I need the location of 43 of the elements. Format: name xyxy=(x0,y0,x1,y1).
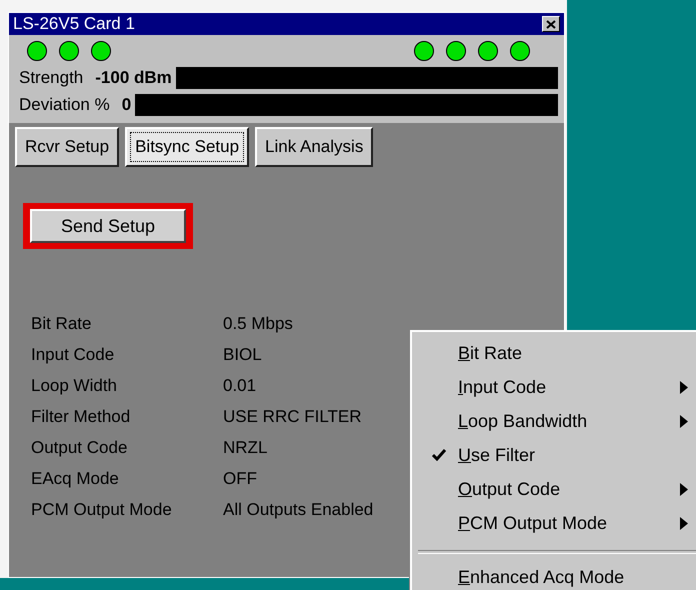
menu-row[interactable]: Enhanced Acq Mode xyxy=(412,560,696,590)
tab[interactable]: Rcvr Setup xyxy=(15,127,120,167)
submenu-arrow-icon xyxy=(680,381,688,394)
menu-item[interactable]: Use Filter xyxy=(458,444,536,466)
menu-item[interactable]: Enhanced Acq Mode xyxy=(458,566,624,588)
menu-row[interactable]: PCM Output Mode xyxy=(412,506,696,540)
menu-item[interactable]: PCM Output Mode xyxy=(458,512,608,534)
close-icon xyxy=(546,20,556,28)
meter-reading: -100 dBm xyxy=(95,68,172,88)
submenu-arrow-icon xyxy=(680,517,688,530)
window-title: LS-26V5 Card 1 xyxy=(13,14,135,34)
tab[interactable]: Bitsync Setup xyxy=(125,127,250,167)
parameter-value: USE RRC FILTER xyxy=(223,406,362,428)
menu-row[interactable]: Input Code xyxy=(412,370,696,404)
parameter-name: Loop Width xyxy=(31,375,117,397)
menu-row[interactable]: Use Filter xyxy=(412,438,696,472)
parameter-value: All Outputs Enabled xyxy=(223,499,374,521)
parameter-value: OFF xyxy=(223,468,257,490)
send-setup-button[interactable]: Send Setup xyxy=(30,209,186,243)
meter-label: Strength xyxy=(19,68,84,88)
parameter-value: 0.01 xyxy=(223,375,256,397)
parameter-name: Output Code xyxy=(31,437,128,459)
meter-label: Deviation % xyxy=(19,95,110,115)
parameter-name: Input Code xyxy=(31,344,114,366)
menu-row[interactable]: Loop Bandwidth xyxy=(412,404,696,438)
tab[interactable]: Link Analysis xyxy=(255,127,374,167)
menu-item[interactable]: Loop Bandwidth xyxy=(458,410,588,432)
parameter-value: 0.5 Mbps xyxy=(223,313,293,335)
menu-item[interactable]: Input Code xyxy=(458,376,546,398)
parameter-value: BIOL xyxy=(223,344,262,366)
menu-row[interactable]: Output Code xyxy=(412,472,696,506)
menu-item[interactable]: Bit Rate xyxy=(458,342,522,364)
close-button[interactable] xyxy=(542,16,560,32)
parameter-name: Bit Rate xyxy=(31,313,92,335)
meter-reading: 0 xyxy=(122,95,132,115)
menu-row[interactable]: Bit Rate xyxy=(412,336,696,370)
parameter-name: EAcq Mode xyxy=(31,468,119,490)
parameter-name: Filter Method xyxy=(31,406,130,428)
parameter-value: NRZL xyxy=(223,437,268,459)
parameter-name: PCM Output Mode xyxy=(31,499,172,521)
submenu-arrow-icon xyxy=(680,415,688,428)
submenu-arrow-icon xyxy=(680,483,688,496)
menu-item[interactable]: Output Code xyxy=(458,478,560,500)
